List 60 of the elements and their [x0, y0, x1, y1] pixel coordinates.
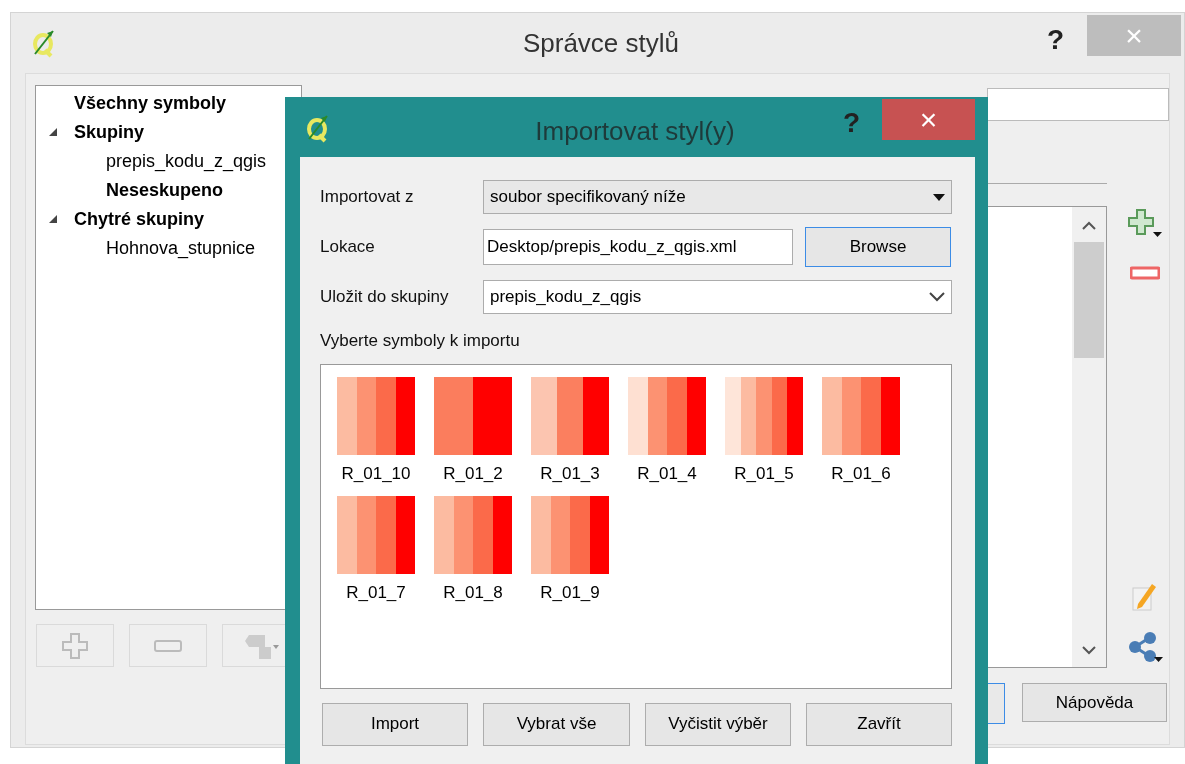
color-ramp-swatch[interactable]	[531, 496, 609, 574]
tree-item[interactable]: prepis_kodu_z_qgis	[106, 148, 267, 175]
symbol-name: R_01_2	[443, 462, 503, 485]
help-button[interactable]: ?	[843, 102, 861, 144]
tree-item[interactable]: Hohnova_stupnice	[106, 235, 256, 262]
dialog-button[interactable]: Vyčistit výběr	[645, 702, 791, 746]
minus-icon	[153, 638, 183, 653]
symbol-name: R_01_9	[540, 582, 600, 604]
dropdown-arrow-icon	[933, 193, 945, 201]
browse-button[interactable]: Browse	[805, 227, 951, 267]
field-label: Importovat z	[320, 186, 415, 209]
pencil-document-icon[interactable]	[1130, 582, 1158, 612]
color-ramp-swatch[interactable]	[628, 376, 706, 455]
symbol-name: R_01_6	[831, 462, 891, 485]
expanded-arrow-icon[interactable]	[48, 213, 58, 224]
field-label: Lokace	[320, 236, 376, 259]
add-plus-icon[interactable]	[1127, 208, 1163, 238]
color-ramp-swatch[interactable]	[434, 376, 512, 455]
dialog-title: Importovat styl(y)	[534, 115, 736, 148]
search-field[interactable]	[987, 88, 1169, 121]
plus-icon	[60, 630, 90, 661]
symbol-name: R_01_10	[341, 462, 411, 485]
dropdown[interactable]: soubor specifikovaný níže	[483, 180, 952, 214]
tree-item[interactable]: Chytré skupiny	[74, 206, 205, 233]
tree-item[interactable]: Neseskupeno	[106, 177, 224, 204]
scroll-up-icon	[1082, 221, 1096, 230]
window-title: Správce stylů	[521, 26, 681, 60]
add-group-button[interactable]	[36, 624, 114, 667]
color-ramp-swatch[interactable]	[337, 376, 415, 455]
field-label: Uložit do skupiny	[320, 286, 450, 309]
tree-item[interactable]: Všechny symboly	[74, 90, 227, 117]
list-label: Vyberte symboly k importu	[320, 330, 521, 352]
scrollbar[interactable]	[1072, 207, 1106, 667]
dialog-button[interactable]: Vybrat vše	[483, 702, 630, 746]
color-ramp-swatch[interactable]	[822, 376, 900, 455]
color-ramp-swatch[interactable]	[337, 496, 415, 574]
dialog-button[interactable]: Nápověda	[1022, 683, 1167, 722]
color-ramp-swatch[interactable]	[725, 376, 803, 455]
help-button[interactable]: ?	[1047, 19, 1065, 61]
symbol-name: R_01_4	[637, 462, 697, 485]
dialog-button[interactable]: Import	[322, 702, 468, 746]
symbol-name: R_01_3	[540, 462, 600, 485]
remove-minus-icon[interactable]	[1130, 266, 1160, 280]
symbol-name: R_01_5	[734, 462, 794, 485]
app-logo-icon	[31, 28, 57, 58]
color-ramp-swatch[interactable]	[434, 496, 512, 574]
path-field[interactable]: Desktop/prepis_kodu_z_qgis.xml	[483, 229, 793, 265]
tree-item[interactable]: Skupiny	[74, 119, 144, 146]
scrollbar-thumb[interactable]	[1074, 242, 1104, 358]
remove-group-button[interactable]	[129, 624, 207, 667]
share-icon[interactable]	[1127, 631, 1163, 663]
symbol-name: R_01_8	[443, 582, 503, 604]
scroll-down-icon	[1082, 646, 1096, 655]
dialog-button[interactable]: Zavřít	[806, 702, 952, 746]
combo-field[interactable]: prepis_kodu_z_qgis	[483, 280, 952, 314]
symbol-name: R_01_7	[346, 582, 406, 604]
expanded-arrow-icon[interactable]	[48, 126, 58, 137]
close-button[interactable]: ×	[882, 99, 975, 140]
color-ramp-swatch[interactable]	[531, 376, 609, 455]
app-logo-icon	[305, 113, 331, 143]
